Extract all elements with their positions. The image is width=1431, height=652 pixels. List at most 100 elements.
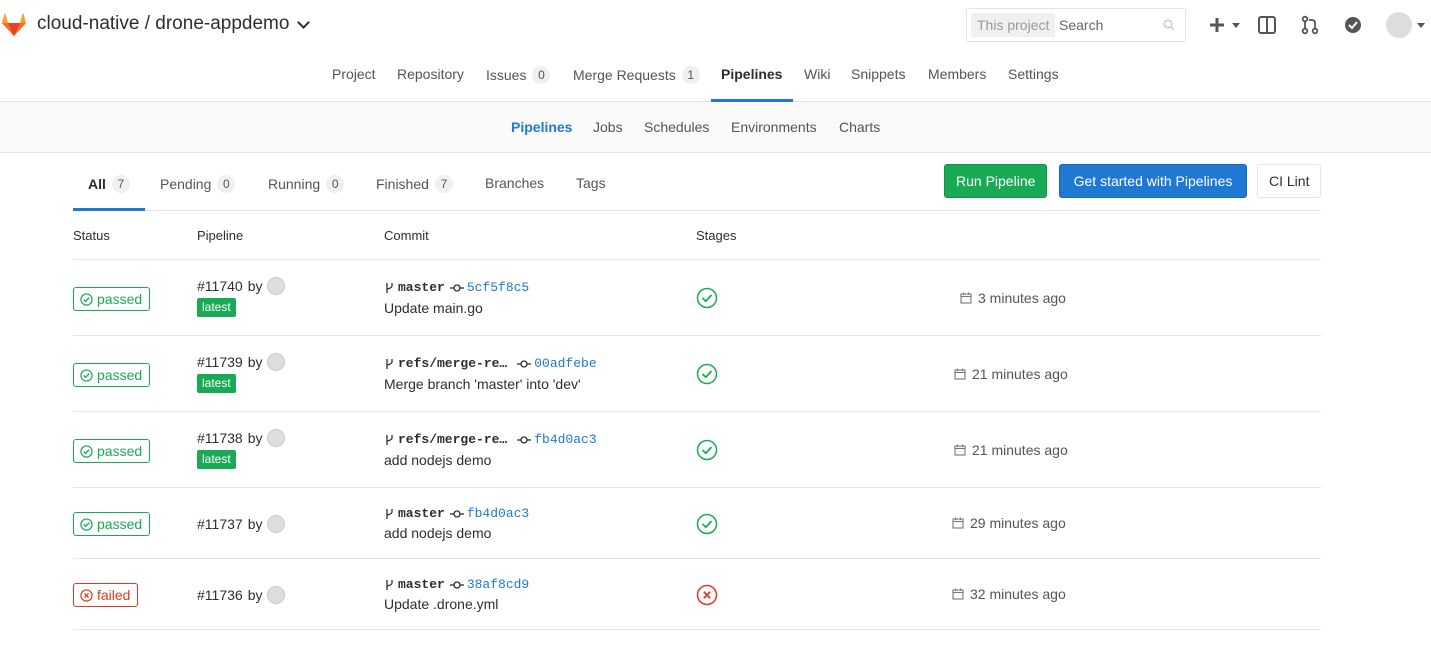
commit-message[interactable]: Merge branch 'master' into 'dev' — [384, 376, 581, 392]
project-title[interactable]: cloud-native / drone-appdemo — [37, 13, 311, 35]
tab-branches[interactable]: Branches — [485, 175, 544, 191]
subnav-environments[interactable]: Environments — [731, 119, 817, 135]
check-circle-icon — [80, 368, 93, 382]
search-scope-label[interactable]: This project — [971, 13, 1056, 37]
status-badge[interactable]: passed — [73, 287, 151, 311]
subnav-jobs[interactable]: Jobs — [593, 119, 623, 135]
pipeline-timestamp: 3 minutes ago — [960, 290, 1066, 306]
commit-message[interactable]: Update main.go — [384, 300, 483, 316]
branch-link[interactable]: refs/merge-re… — [398, 432, 507, 447]
check-circle-icon — [80, 517, 93, 531]
active-tab-indicator — [73, 208, 145, 211]
table-row — [73, 629, 1321, 652]
pipeline-link[interactable]: #11738 — [197, 430, 243, 446]
subnav-pipelines[interactable]: Pipelines — [511, 119, 572, 135]
commit-ref: refs/merge-re… fb4d0ac3 — [384, 432, 597, 447]
nav-pipelines[interactable]: Pipelines — [721, 66, 782, 82]
pipelines-sub-nav: Pipelines Jobs Schedules Environments Ch… — [0, 102, 1431, 153]
column-header-stages: Stages — [696, 228, 737, 243]
pipeline-link[interactable]: #11737 — [197, 516, 243, 532]
latest-badge: latest — [197, 450, 236, 469]
pipeline-timestamp: 32 minutes ago — [952, 586, 1066, 602]
nav-project[interactable]: Project — [332, 66, 376, 82]
nav-wiki[interactable]: Wiki — [804, 66, 830, 82]
status-badge[interactable]: passed — [73, 439, 151, 463]
column-header-pipeline: Pipeline — [197, 228, 244, 243]
branch-link[interactable]: master — [398, 280, 445, 295]
user-avatar[interactable] — [267, 586, 286, 604]
commit-icon — [449, 509, 464, 518]
search-input[interactable] — [1059, 14, 1154, 36]
get-started-button[interactable]: Get started with Pipelines — [1059, 164, 1247, 198]
commit-message[interactable]: add nodejs demo — [384, 452, 491, 468]
nav-merge-requests[interactable]: Merge Requests 1 — [573, 66, 700, 84]
run-pipeline-button[interactable]: Run Pipeline — [944, 164, 1047, 198]
status-badge[interactable]: passed — [73, 363, 151, 387]
plus-icon[interactable] — [1206, 14, 1228, 36]
merge-request-icon[interactable] — [1299, 14, 1321, 36]
stage-failed-icon[interactable] — [696, 584, 718, 606]
pipeline-link[interactable]: #11736 — [197, 587, 243, 603]
commit-ref: master 5cf5f8c5 — [384, 280, 529, 295]
nav-settings[interactable]: Settings — [1008, 66, 1059, 82]
project-title-text: cloud-native / drone-appdemo — [37, 13, 290, 34]
user-avatar[interactable] — [1386, 12, 1412, 38]
pipeline-id: #11740 by — [197, 277, 286, 295]
calendar-icon — [960, 292, 972, 304]
tab-running[interactable]: Running 0 — [268, 175, 345, 193]
commit-message[interactable]: add nodejs demo — [384, 525, 491, 541]
branch-link[interactable]: master — [398, 577, 445, 592]
branch-link[interactable]: master — [398, 506, 445, 521]
subnav-charts[interactable]: Charts — [839, 119, 880, 135]
commit-ref: refs/merge-re… 00adfebe — [384, 356, 597, 371]
nav-members[interactable]: Members — [928, 66, 986, 82]
sidebar-toggle-icon[interactable] — [1256, 14, 1278, 36]
pipeline-id: #11738 by — [197, 429, 286, 447]
stage-success-icon[interactable] — [696, 513, 718, 535]
todo-check-icon[interactable] — [1342, 14, 1364, 36]
user-avatar[interactable] — [267, 353, 286, 371]
user-avatar[interactable] — [267, 515, 286, 533]
gitlab-logo-icon[interactable] — [0, 10, 28, 38]
running-count-badge: 0 — [326, 175, 345, 193]
tab-pending[interactable]: Pending 0 — [160, 175, 236, 193]
commit-sha-link[interactable]: 5cf5f8c5 — [467, 280, 529, 295]
commit-sha-link[interactable]: fb4d0ac3 — [467, 506, 529, 521]
commit-sha-link[interactable]: fb4d0ac3 — [534, 432, 596, 447]
stage-success-icon[interactable] — [696, 439, 718, 461]
check-circle-icon — [80, 292, 93, 306]
tab-finished[interactable]: Finished 7 — [376, 175, 453, 193]
commit-icon — [449, 580, 464, 589]
pipeline-id: #11736 by — [197, 586, 286, 604]
search-icon — [1163, 19, 1175, 31]
commit-sha-link[interactable]: 00adfebe — [534, 356, 596, 371]
commit-message[interactable]: Update .drone.yml — [384, 596, 498, 612]
ci-lint-button[interactable]: CI Lint — [1257, 164, 1321, 198]
table-row: passed #11738 by latest refs/merge-re… f… — [73, 411, 1321, 487]
merge-requests-count-badge: 1 — [681, 66, 700, 84]
search-box[interactable]: This project — [966, 8, 1186, 42]
all-count-badge: 7 — [111, 175, 130, 193]
stage-success-icon[interactable] — [696, 287, 718, 309]
caret-down-icon[interactable] — [1417, 23, 1425, 28]
status-badge[interactable]: failed — [73, 583, 139, 607]
tab-all[interactable]: All 7 — [88, 175, 130, 193]
branch-link[interactable]: refs/merge-re… — [398, 356, 507, 371]
calendar-icon — [952, 517, 964, 529]
stage-success-icon[interactable] — [696, 363, 718, 385]
commit-sha-link[interactable]: 38af8cd9 — [467, 577, 529, 592]
tab-tags[interactable]: Tags — [576, 175, 606, 191]
caret-down-icon[interactable] — [1232, 23, 1240, 28]
calendar-icon — [954, 444, 966, 456]
user-avatar[interactable] — [267, 429, 286, 447]
nav-repository[interactable]: Repository — [397, 66, 464, 82]
subnav-schedules[interactable]: Schedules — [644, 119, 709, 135]
commit-icon — [449, 283, 464, 292]
status-badge[interactable]: passed — [73, 512, 151, 536]
pipeline-link[interactable]: #11740 — [197, 278, 243, 294]
table-row: passed #11740 by latest master 5cf5f8c5 … — [73, 259, 1321, 335]
user-avatar[interactable] — [267, 277, 286, 295]
nav-snippets[interactable]: Snippets — [851, 66, 905, 82]
pipeline-link[interactable]: #11739 — [197, 354, 243, 370]
nav-issues[interactable]: Issues 0 — [486, 66, 551, 84]
